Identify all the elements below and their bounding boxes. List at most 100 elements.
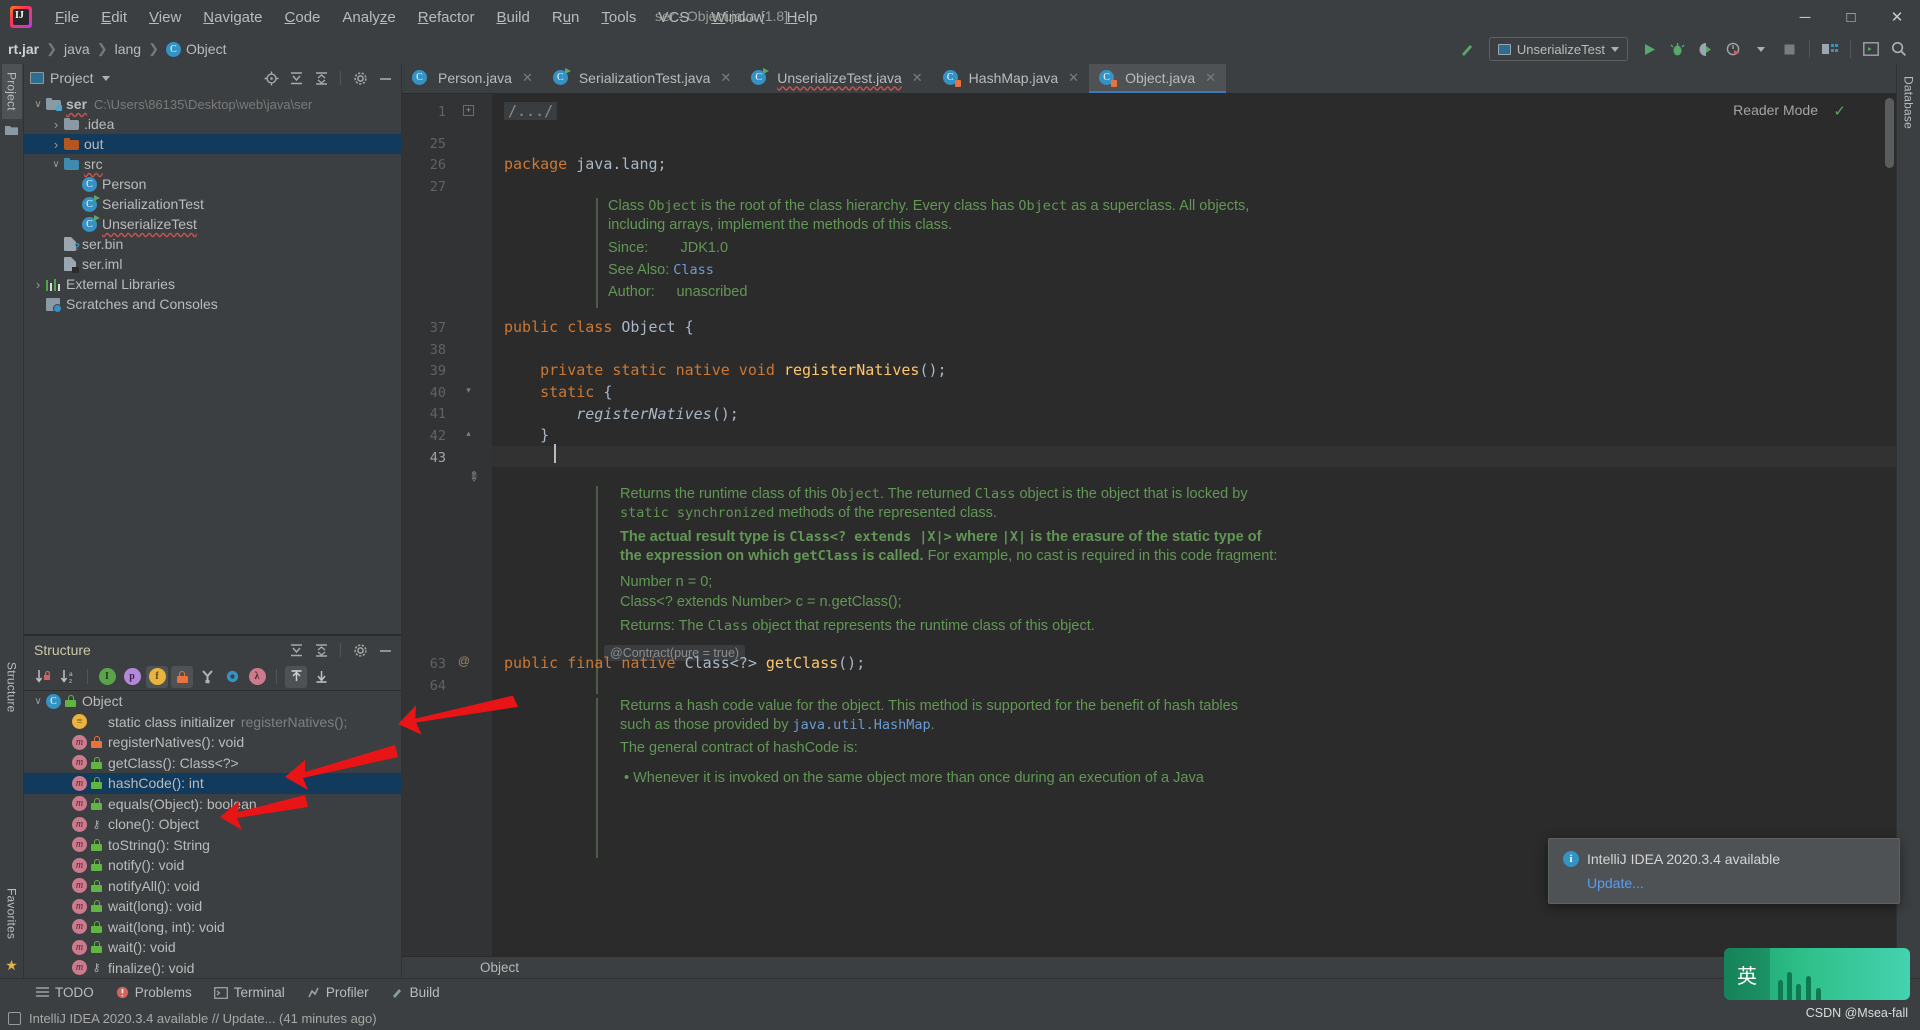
editor-tab-bar[interactable]: C Person.java ✕ C SerializationTest.java ✕ C Un…: [402, 64, 1896, 94]
gear-icon[interactable]: [349, 639, 371, 661]
run-icon[interactable]: [1636, 36, 1662, 62]
editor-scrollbar[interactable]: [1885, 98, 1894, 168]
breadcrumb-object[interactable]: Object: [186, 41, 226, 57]
rail-tab-project[interactable]: Project: [1, 64, 22, 119]
tree-node-src[interactable]: ∨ src: [24, 154, 401, 174]
search-everywhere-icon[interactable]: [1886, 36, 1912, 62]
chevron-right-icon[interactable]: ›: [48, 117, 64, 132]
chevron-down-icon[interactable]: [101, 75, 110, 81]
close-button[interactable]: ✕: [1874, 0, 1920, 34]
structure-toolbar[interactable]: az I p f λ: [24, 663, 401, 691]
structure-item[interactable]: m wait(long): void: [24, 896, 401, 917]
hide-panel-icon[interactable]: [374, 67, 396, 89]
rail-tab-structure[interactable]: Structure: [2, 654, 22, 721]
editor-gutter[interactable]: 1 25 26 27 37 38 39 40 41 42 43 63 64 + …: [402, 94, 492, 956]
tree-node-ser-iml[interactable]: ser.iml: [24, 254, 401, 274]
menu-analyze[interactable]: Analyze: [331, 5, 406, 30]
tree-node-scratches-and-consoles[interactable]: Scratches and Consoles: [24, 294, 401, 314]
run-configuration-selector[interactable]: UnserializeTest: [1488, 37, 1628, 61]
structure-item[interactable]: m getClass(): Class<?>: [24, 753, 401, 774]
structure-item[interactable]: m ⚷ clone(): Object: [24, 814, 401, 835]
menu-build[interactable]: Build: [485, 5, 540, 30]
menu-code[interactable]: Code: [274, 5, 332, 30]
structure-item[interactable]: m wait(long, int): void: [24, 917, 401, 938]
tree-node-serializationtest[interactable]: C SerializationTest: [24, 194, 401, 214]
stop-icon[interactable]: [1776, 36, 1802, 62]
minimize-button[interactable]: ─: [1782, 0, 1828, 34]
show-anonymous-icon[interactable]: [221, 666, 243, 688]
coverage-icon[interactable]: [1692, 36, 1718, 62]
menu-refactor[interactable]: Refactor: [407, 5, 486, 30]
tree-node--idea[interactable]: › .idea: [24, 114, 401, 134]
editor-bottom-breadcrumb[interactable]: Object: [402, 956, 1896, 978]
collapse-all-icon[interactable]: [310, 639, 332, 661]
tree-node-unserializetest[interactable]: C UnserializeTest: [24, 214, 401, 234]
editor-tab-unserializetest-java[interactable]: C UnserializeTest.java ✕: [741, 64, 932, 93]
main-toolbar[interactable]: UnserializeTest: [1455, 34, 1912, 64]
structure-panel-actions[interactable]: [285, 636, 396, 664]
menu-tools[interactable]: Tools: [590, 5, 647, 30]
ime-widget[interactable]: 英: [1724, 948, 1910, 1000]
structure-list[interactable]: ∨ C Object ≡ static class initializer registe…: [24, 691, 401, 978]
autoscroll-from-source-icon[interactable]: [310, 666, 332, 688]
debug-icon[interactable]: [1664, 36, 1690, 62]
project-panel-title[interactable]: Project: [50, 70, 94, 86]
menu-edit[interactable]: Edit: [90, 5, 138, 30]
project-panel-actions[interactable]: [260, 64, 396, 92]
terminal-icon[interactable]: [1858, 36, 1884, 62]
tool-window-profiler[interactable]: Profiler: [297, 982, 379, 1003]
chevron-right-icon[interactable]: ›: [48, 137, 64, 152]
structure-item[interactable]: m equals(Object): boolean: [24, 794, 401, 815]
folder-icon[interactable]: [5, 125, 18, 139]
breadcrumb-rtjar[interactable]: rt.jar: [8, 41, 39, 57]
edit-javadoc-icon[interactable]: ✎: [464, 467, 483, 486]
close-icon[interactable]: ✕: [912, 70, 923, 86]
tree-node-ser-bin[interactable]: ? ser.bin: [24, 234, 401, 254]
tree-node-out[interactable]: › out: [24, 134, 401, 154]
menu-navigate[interactable]: Navigate: [192, 5, 273, 30]
expand-all-icon[interactable]: [285, 639, 307, 661]
ime-mode-label[interactable]: 英: [1724, 948, 1770, 1000]
show-fields-icon[interactable]: f: [146, 665, 168, 688]
show-properties-icon[interactable]: p: [121, 666, 143, 688]
chevron-right-icon[interactable]: ›: [30, 277, 46, 292]
structure-item[interactable]: m notifyAll(): void: [24, 876, 401, 897]
profiler-icon[interactable]: [1720, 36, 1746, 62]
editor-tab-object-java[interactable]: C Object.java ✕: [1089, 64, 1227, 93]
menu-run[interactable]: Run: [541, 5, 591, 30]
code-content[interactable]: /.../ package java.lang; Class Object is…: [492, 94, 1896, 956]
profiler-dropdown-icon[interactable]: [1748, 36, 1774, 62]
project-tree[interactable]: ∨ ser C:\Users\86135\Desktop\web\java\ser ›…: [24, 92, 401, 634]
structure-panel-title[interactable]: Structure: [34, 642, 91, 658]
expand-all-icon[interactable]: [285, 67, 307, 89]
breadcrumb-java[interactable]: java: [64, 41, 90, 57]
tool-window-terminal[interactable]: Terminal: [204, 982, 295, 1003]
sort-alphabetically-icon[interactable]: az: [57, 666, 79, 688]
window-controls[interactable]: ─ □ ✕: [1782, 0, 1920, 34]
structure-item[interactable]: m notify(): void: [24, 855, 401, 876]
editor-tab-person-java[interactable]: C Person.java ✕: [402, 64, 543, 93]
editor-tab-hashmap-java[interactable]: C HashMap.java ✕: [933, 64, 1089, 93]
fold-collapse-icon[interactable]: ▾: [463, 386, 474, 397]
chevron-down-icon[interactable]: ∨: [30, 99, 46, 110]
status-bar-text[interactable]: IntelliJ IDEA 2020.3.4 available // Upda…: [29, 1011, 377, 1026]
rail-tab-favorites[interactable]: Favorites: [2, 880, 22, 947]
chevron-down-icon[interactable]: ∨: [30, 696, 46, 707]
editor-area[interactable]: 1 25 26 27 37 38 39 40 41 42 43 63 64 + …: [402, 94, 1896, 956]
fold-collapse-icon[interactable]: ▴: [463, 429, 474, 440]
left-rail-bottom[interactable]: Favorites ★: [0, 880, 23, 974]
chevron-down-icon[interactable]: ∨: [48, 159, 64, 170]
close-icon[interactable]: ✕: [1068, 70, 1079, 86]
structure-item[interactable]: m registerNatives(): void: [24, 732, 401, 753]
tree-node-person[interactable]: C Person: [24, 174, 401, 194]
reader-mode-label[interactable]: Reader Mode: [1733, 102, 1818, 118]
menu-view[interactable]: View: [138, 5, 192, 30]
tool-window-todo[interactable]: TODO: [26, 982, 104, 1003]
tree-node-ser[interactable]: ∨ ser C:\Users\86135\Desktop\web\java\ser: [24, 94, 401, 114]
sort-by-visibility-icon[interactable]: [32, 666, 54, 688]
project-structure-icon[interactable]: [1817, 36, 1843, 62]
tree-node-external-libraries[interactable]: › External Libraries: [24, 274, 401, 294]
close-icon[interactable]: ✕: [522, 70, 533, 86]
show-lambdas-icon[interactable]: λ: [246, 666, 268, 688]
structure-item[interactable]: m ⚷ finalize(): void: [24, 958, 401, 979]
